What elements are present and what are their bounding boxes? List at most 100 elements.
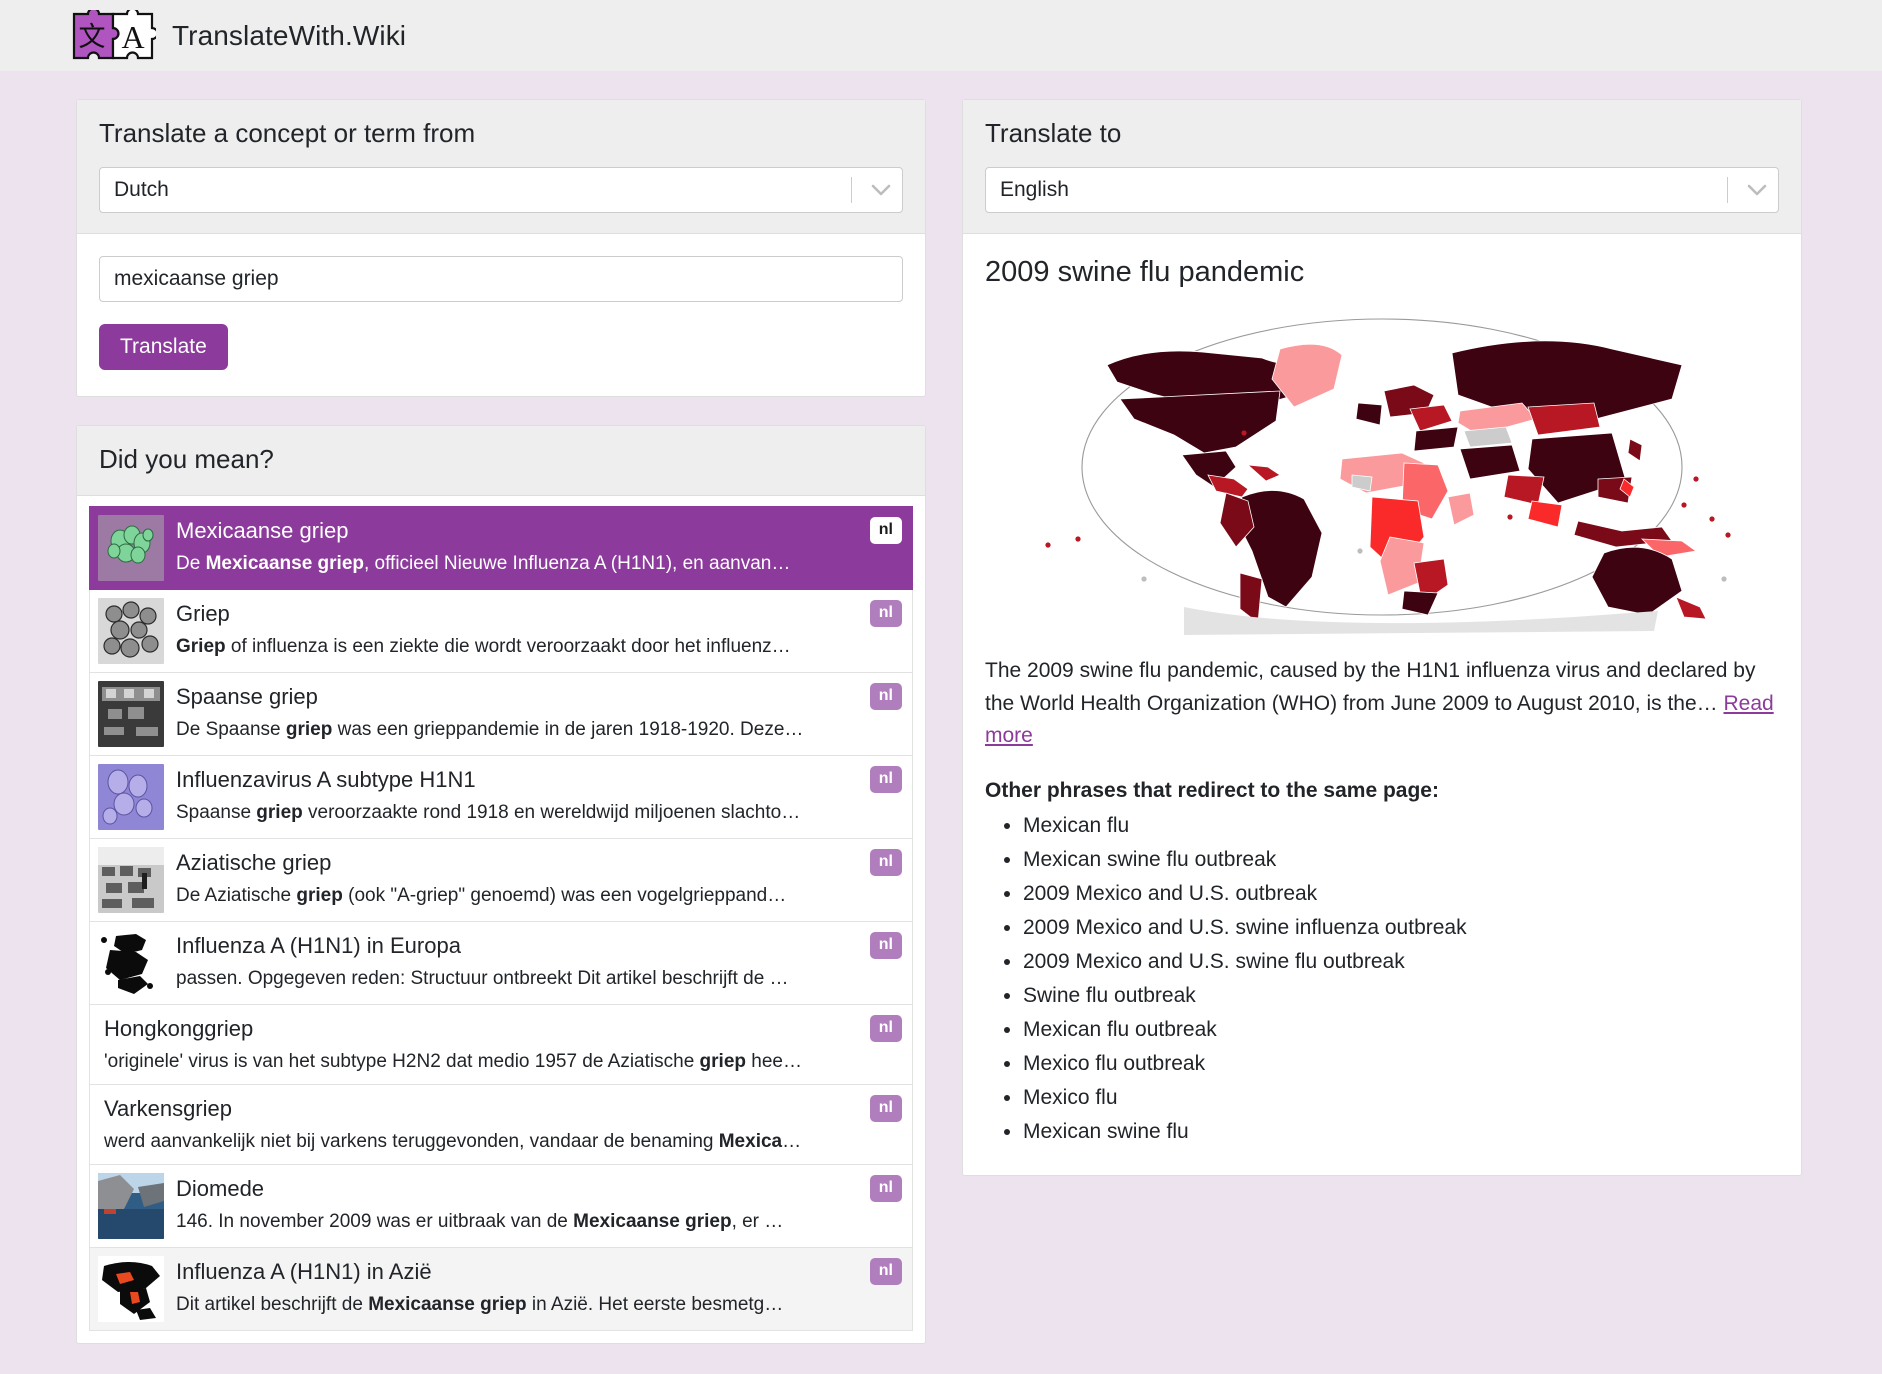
virus-green-cluster-thumbnail — [98, 515, 164, 581]
suggestion-text: Varkensgriep werd aanvankelijk niet bij v… — [104, 1093, 902, 1156]
source-panel: Translate a concept or term from Dutch T… — [76, 99, 926, 397]
select-separator — [1727, 177, 1728, 203]
translate-button[interactable]: Translate — [99, 324, 228, 370]
search-input[interactable] — [99, 256, 903, 302]
language-badge: nl — [869, 766, 902, 793]
logo-left-glyph: 文 — [79, 22, 106, 53]
suggestion-title: Influenza A (H1N1) in Azië — [176, 1259, 432, 1284]
target-language-select[interactable]: English — [985, 167, 1779, 213]
language-badge: nl — [869, 600, 902, 627]
suggestion-text: Aziatische griep De Aziatische griep (ook… — [176, 847, 902, 913]
language-badge: nl — [869, 932, 902, 959]
suggestion-list: Mexicaanse griep De Mexicaanse griep, off… — [77, 496, 925, 1343]
suggestion-title: Griep — [176, 601, 230, 626]
suggestion-item[interactable]: Influenza A (H1N1) in Europa passen. Opge… — [89, 922, 913, 1005]
suggestion-item[interactable]: Spaanse griep De Spaanse griep was een gr… — [89, 673, 913, 756]
world-map-pandemic-image — [985, 303, 1779, 655]
suggestion-text: Influenza A (H1N1) in Europa passen. Opge… — [176, 930, 902, 996]
suggestion-title: Influenzavirus A subtype H1N1 — [176, 767, 476, 792]
suggestion-highlight: Mexicaanse griep — [573, 1210, 732, 1232]
redirect-phrase-item: 2009 Mexico and U.S. swine influenza out… — [1023, 911, 1779, 945]
hospital-bw-thumbnail — [98, 847, 164, 913]
language-badge: nl — [869, 1015, 902, 1042]
chevron-down-icon[interactable] — [864, 184, 898, 196]
redirect-phrase-item: 2009 Mexico and U.S. outbreak — [1023, 877, 1779, 911]
suggestion-item[interactable]: Aziatische griep De Aziatische griep (ook… — [89, 839, 913, 922]
suggestion-description: 'originele' virus is van het subtype H2N… — [104, 1050, 802, 1072]
suggestion-item[interactable]: Varkensgriep werd aanvankelijk niet bij v… — [89, 1085, 913, 1165]
coast-photo-thumbnail — [98, 1173, 164, 1239]
suggestion-text: Griep Griep of influenza is een ziekte di… — [176, 598, 902, 664]
suggestions-panel: Did you mean? Mexicaanse griep De Mexicaa… — [76, 425, 926, 1344]
source-language-select[interactable]: Dutch — [99, 167, 903, 213]
redirect-phrase-item: Mexican flu — [1023, 809, 1779, 843]
suggestion-item[interactable]: Diomede 146. In november 2009 was er uitb… — [89, 1165, 913, 1248]
suggestion-item[interactable]: Mexicaanse griep De Mexicaanse griep, off… — [89, 506, 913, 590]
suggestion-highlight: Griep — [176, 635, 226, 657]
suggestion-title: Varkensgriep — [104, 1096, 232, 1121]
language-badge: nl — [869, 1258, 902, 1285]
suggestion-description: Dit artikel beschrijft de Mexicaanse gri… — [176, 1293, 784, 1315]
left-column: Translate a concept or term from Dutch T… — [76, 99, 926, 1372]
suggestion-text: Mexicaanse griep De Mexicaanse griep, off… — [176, 515, 902, 581]
suggestion-description: 146. In november 2009 was er uitbraak va… — [176, 1210, 784, 1232]
select-separator — [851, 177, 852, 203]
redirect-heading: Other phrases that redirect to the same … — [985, 778, 1439, 802]
suggestion-description: passen. Opgegeven reden: Structuur ontbr… — [176, 967, 789, 989]
app-header: 文 A TranslateWith.Wiki — [0, 0, 1882, 71]
language-badge: nl — [869, 1175, 902, 1202]
suggestion-item[interactable]: Griep Griep of influenza is een ziekte di… — [89, 590, 913, 673]
suggestion-description: De Spaanse griep was een grieppandemie i… — [176, 718, 804, 740]
suggestion-title: Influenza A (H1N1) in Europa — [176, 933, 461, 958]
source-panel-title: Translate a concept or term from — [99, 118, 476, 148]
suggestion-highlight: Mexica — [718, 1130, 783, 1152]
suggestion-highlight: griep — [285, 718, 333, 740]
suggestion-item[interactable]: Hongkonggriep 'originele' virus is van he… — [89, 1005, 913, 1085]
suggestion-item[interactable]: Influenzavirus A subtype H1N1 Spaanse gri… — [89, 756, 913, 839]
source-panel-header: Translate a concept or term from Dutch — [77, 100, 925, 234]
source-language-value: Dutch — [114, 178, 169, 201]
suggestion-title: Diomede — [176, 1176, 265, 1201]
redirect-phrase-item: 2009 Mexico and U.S. swine flu outbreak — [1023, 945, 1779, 979]
virus-purple-thumbnail — [98, 764, 164, 830]
suggestion-description: De Aziatische griep (ook "A-griep" genoe… — [176, 884, 787, 906]
suggestion-text: Influenzavirus A subtype H1N1 Spaanse gri… — [176, 764, 902, 830]
logo-right-glyph: A — [121, 19, 144, 55]
redirect-phrase-item: Mexican swine flu outbreak — [1023, 843, 1779, 877]
redirect-phrase-item: Mexico flu outbreak — [1023, 1047, 1779, 1081]
redirect-phrases-list: Mexican fluMexican swine flu outbreak200… — [985, 809, 1779, 1149]
suggestion-highlight: griep — [699, 1050, 746, 1072]
brand-title: TranslateWith.Wiki — [172, 19, 407, 51]
redirect-phrase-item: Mexico flu — [1023, 1081, 1779, 1115]
suggestion-description: werd aanvankelijk niet bij varkens terug… — [104, 1130, 802, 1152]
suggestion-description: De Mexicaanse griep, officieel Nieuwe In… — [176, 552, 791, 574]
suggestion-title: Spaanse griep — [176, 684, 318, 709]
language-badge: nl — [869, 517, 902, 544]
puzzle-piece-logo: 文 A — [70, 6, 159, 62]
result-summary-text: The 2009 swine flu pandemic, caused by t… — [985, 659, 1756, 715]
suggestion-description: Griep of influenza is een ziekte die wor… — [176, 635, 791, 657]
suggestion-title: Mexicaanse griep — [176, 518, 349, 543]
page-content: Translate a concept or term from Dutch T… — [0, 71, 1882, 1372]
redirect-phrase-item: Mexican flu outbreak — [1023, 1013, 1779, 1047]
target-panel: Translate to English 2009 swine flu pand… — [962, 99, 1802, 1176]
target-panel-title: Translate to — [985, 118, 1122, 148]
suggestions-panel-title: Did you mean? — [99, 444, 274, 474]
suggestions-panel-header: Did you mean? — [77, 426, 925, 496]
language-badge: nl — [869, 1095, 902, 1122]
suggestion-item[interactable]: Influenza A (H1N1) in Azië Dit artikel be… — [89, 1248, 913, 1331]
right-column: Translate to English 2009 swine flu pand… — [962, 99, 1802, 1204]
target-panel-header: Translate to English — [963, 100, 1801, 234]
suggestion-highlight: Mexicaanse griep — [368, 1293, 527, 1315]
chevron-down-icon[interactable] — [1740, 184, 1774, 196]
suggestion-text: Influenza A (H1N1) in Azië Dit artikel be… — [176, 1256, 902, 1322]
language-badge: nl — [869, 849, 902, 876]
asia-map-bw-thumbnail — [98, 1256, 164, 1322]
language-badge: nl — [869, 683, 902, 710]
suggestion-title: Hongkonggriep — [104, 1016, 254, 1041]
suggestion-text: Hongkonggriep 'originele' virus is van he… — [104, 1013, 902, 1076]
redirect-phrase-item: Mexican swine flu — [1023, 1115, 1779, 1149]
target-language-value: English — [1000, 178, 1069, 201]
suggestion-title: Aziatische griep — [176, 850, 332, 875]
europe-map-bw-thumbnail — [98, 930, 164, 996]
